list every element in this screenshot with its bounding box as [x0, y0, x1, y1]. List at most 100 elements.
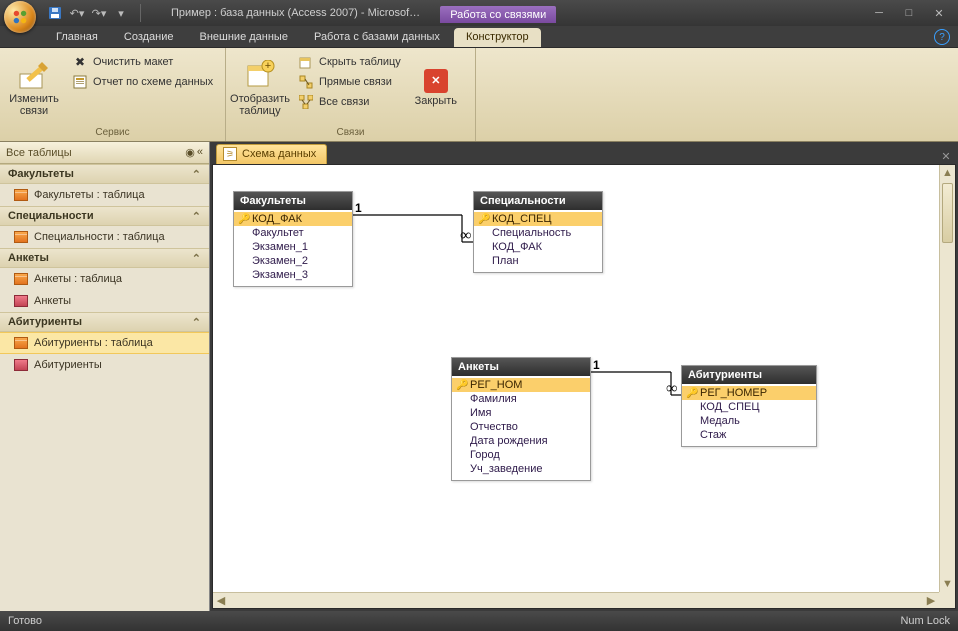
table-title[interactable]: Специальности	[474, 192, 602, 210]
field[interactable]: Город	[452, 448, 590, 462]
field[interactable]: Стаж	[682, 428, 816, 442]
navpane-header[interactable]: Все таблицы ◉ «	[0, 142, 209, 164]
tab-designer[interactable]: Конструктор	[454, 28, 541, 47]
table-box-questionnaires[interactable]: Анкеты 🔑РЕГ_НОМФамилияИмяОтчествоДата рож…	[451, 357, 591, 481]
field-pk[interactable]: 🔑КОД_ФАК	[234, 212, 352, 226]
document-tab-schema[interactable]: ⚞ Схема данных	[216, 144, 327, 164]
show-table-icon: +	[244, 59, 276, 91]
close-window-button[interactable]: ✕	[926, 5, 952, 21]
field-pk[interactable]: 🔑КОД_СПЕЦ	[474, 212, 602, 226]
show-table-label: Отобразить таблицу	[230, 93, 290, 117]
tab-home[interactable]: Главная	[44, 28, 110, 47]
table-box-applicants[interactable]: Абитуриенты 🔑РЕГ_НОМЕРКОД_СПЕЦМедальСтаж	[681, 365, 817, 447]
field-pk[interactable]: 🔑РЕГ_НОМ	[452, 378, 590, 392]
field[interactable]: Фамилия	[452, 392, 590, 406]
document-area: ⚞ Схема данных ✕ 1 ∞ 1 ∞ Факультеты🔑КОД_…	[210, 142, 958, 611]
field[interactable]: Экзамен_3	[234, 268, 352, 282]
cardinality-one: 1	[593, 358, 600, 372]
ribbon: Изменить связи ✖Очистить макет Отчет по …	[0, 48, 958, 142]
close-icon: ✕	[424, 69, 448, 93]
horizontal-scrollbar[interactable]: ◀▶	[213, 592, 939, 608]
cardinality-many: ∞	[460, 227, 471, 245]
table-icon	[14, 189, 28, 201]
undo-icon[interactable]: ↶▾	[68, 4, 86, 22]
navpane-filter-icon[interactable]: ◉	[185, 146, 195, 159]
field[interactable]: КОД_ФАК	[474, 240, 602, 254]
cardinality-one: 1	[355, 201, 362, 215]
minimize-button[interactable]: ─	[866, 5, 892, 21]
field[interactable]: Специальность	[474, 226, 602, 240]
show-table-button[interactable]: + Отобразить таблицу	[228, 50, 292, 126]
table-icon	[14, 273, 28, 285]
window-title: Пример : база данных (Access 2007) - Mic…	[171, 7, 420, 19]
contextual-tab-group: Работа со связями	[440, 6, 556, 23]
statusbar: Готово Num Lock	[0, 611, 958, 631]
svg-text:+: +	[265, 60, 271, 72]
nav-item[interactable]: Специальности : таблица	[0, 226, 209, 248]
nav-item[interactable]: Абитуриенты : таблица	[0, 332, 209, 354]
table-title[interactable]: Абитуриенты	[682, 366, 816, 384]
tab-create[interactable]: Создание	[112, 28, 186, 47]
field[interactable]: Факультет	[234, 226, 352, 240]
form-icon	[14, 295, 28, 307]
table-box-specialties[interactable]: Специальности 🔑КОД_СПЕЦСпециальностьКОД_Ф…	[473, 191, 603, 273]
close-designer-button[interactable]: ✕ Закрыть	[407, 50, 465, 126]
field[interactable]: Уч_заведение	[452, 462, 590, 476]
field[interactable]: Медаль	[682, 414, 816, 428]
document-close-button[interactable]: ✕	[938, 148, 954, 164]
nav-group-header[interactable]: Специальности⌃	[0, 206, 209, 226]
edit-relationships-button[interactable]: Изменить связи	[2, 50, 66, 126]
table-title[interactable]: Анкеты	[452, 358, 590, 376]
field[interactable]: Экзамен_2	[234, 254, 352, 268]
redo-icon[interactable]: ↷▾	[90, 4, 108, 22]
nav-item[interactable]: Факультеты : таблица	[0, 184, 209, 206]
qat-more-icon[interactable]: ▾	[112, 4, 130, 22]
table-title[interactable]: Факультеты	[234, 192, 352, 210]
all-relations-icon	[298, 94, 314, 110]
field[interactable]: Имя	[452, 406, 590, 420]
maximize-button[interactable]: □	[896, 5, 922, 21]
tab-external-data[interactable]: Внешние данные	[188, 28, 300, 47]
chevron-up-icon: ⌃	[192, 210, 201, 223]
nav-item[interactable]: Анкеты	[0, 290, 209, 312]
field[interactable]: План	[474, 254, 602, 268]
ribbon-group-relations: Связи	[228, 126, 473, 139]
schema-report-button[interactable]: Отчет по схеме данных	[72, 74, 213, 90]
vertical-scrollbar[interactable]: ▲▼	[939, 165, 955, 592]
edit-relationships-icon	[18, 59, 50, 91]
nav-item[interactable]: Анкеты : таблица	[0, 268, 209, 290]
field[interactable]: Дата рождения	[452, 434, 590, 448]
field[interactable]: Экзамен_1	[234, 240, 352, 254]
close-label: Закрыть	[415, 95, 457, 107]
save-icon[interactable]	[46, 4, 64, 22]
nav-group-header[interactable]: Абитуриенты⌃	[0, 312, 209, 332]
nav-item[interactable]: Абитуриенты	[0, 354, 209, 376]
relationship-canvas[interactable]: 1 ∞ 1 ∞ Факультеты🔑КОД_ФАКФакультетЭкзам…	[212, 164, 956, 609]
relationships-icon: ⚞	[223, 147, 237, 161]
key-icon: 🔑	[686, 388, 696, 399]
clear-layout-button[interactable]: ✖Очистить макет	[72, 54, 213, 70]
field[interactable]: КОД_СПЕЦ	[682, 400, 816, 414]
direct-relations-button[interactable]: Прямые связи	[298, 74, 401, 90]
all-relations-button[interactable]: Все связи	[298, 94, 401, 110]
office-button[interactable]	[4, 1, 36, 33]
key-icon: 🔑	[238, 214, 248, 225]
help-button[interactable]: ?	[934, 29, 950, 45]
field-pk[interactable]: 🔑РЕГ_НОМЕР	[682, 386, 816, 400]
hide-table-button[interactable]: Скрыть таблицу	[298, 54, 401, 70]
direct-relations-icon	[298, 74, 314, 90]
ribbon-group-service: Сервис	[2, 126, 223, 139]
tab-database-tools[interactable]: Работа с базами данных	[302, 28, 452, 47]
nav-group-header[interactable]: Анкеты⌃	[0, 248, 209, 268]
nav-group-header[interactable]: Факультеты⌃	[0, 164, 209, 184]
hide-table-icon	[298, 54, 314, 70]
navpane-collapse-icon[interactable]: «	[197, 146, 203, 159]
clear-layout-icon: ✖	[72, 54, 88, 70]
table-icon	[14, 337, 28, 349]
table-icon	[14, 231, 28, 243]
chevron-up-icon: ⌃	[192, 316, 201, 329]
field[interactable]: Отчество	[452, 420, 590, 434]
workspace: Все таблицы ◉ « Факультеты⌃Факультеты : …	[0, 142, 958, 611]
table-box-faculties[interactable]: Факультеты🔑КОД_ФАКФакультетЭкзамен_1Экза…	[233, 191, 353, 287]
titlebar: ↶▾ ↷▾ ▾ Пример : база данных (Access 200…	[0, 0, 958, 26]
